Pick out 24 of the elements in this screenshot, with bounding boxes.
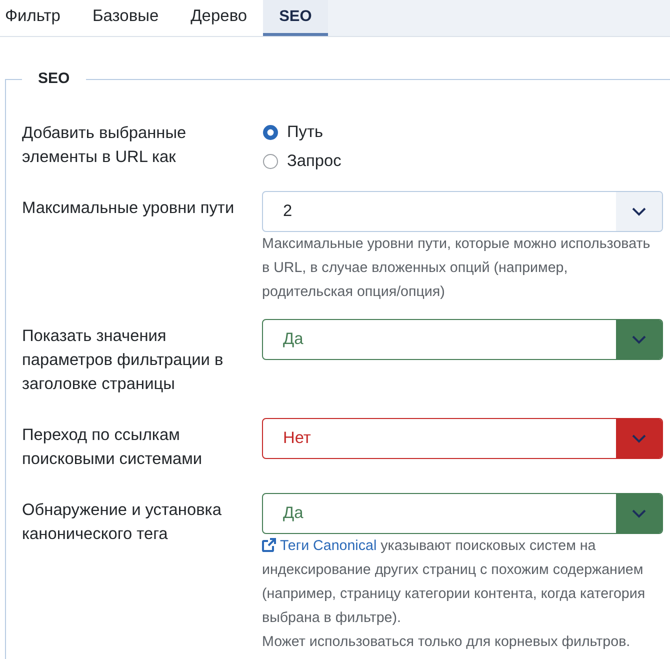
radio-option[interactable]: Путь bbox=[262, 118, 663, 147]
fieldset-legend: SEO bbox=[22, 70, 86, 88]
select-field[interactable]: 2 bbox=[262, 191, 663, 232]
field-label: Максимальные уровни пути bbox=[22, 198, 236, 219]
help-text: Теги Canonical указывают поисковых систем на индексирование других страниц с похожим содержанием (например, страницу категории контента, когда категория выбрана в фильтре). bbox=[262, 537, 646, 628]
radio-option[interactable]: Запрос bbox=[262, 147, 663, 176]
help-text: Может использоваться только для корневых фильтров. bbox=[262, 633, 632, 652]
tab[interactable]: Дерево bbox=[174, 0, 264, 36]
tab[interactable]: SEO bbox=[263, 0, 328, 36]
select-field[interactable]: Да bbox=[262, 319, 663, 360]
caret-icon bbox=[616, 192, 662, 231]
tab[interactable]: Базовые bbox=[76, 0, 175, 36]
field-label: Показать значения параметров фильтрации в заголовке страницы bbox=[22, 326, 224, 395]
help-text: Максимальные уровни пути, которые можно использовать в URL, в случае вложенных опций (например, родительская опция/опция) bbox=[262, 235, 652, 302]
select-field[interactable]: Нет bbox=[262, 418, 663, 459]
help-link[interactable]: Теги Canonical bbox=[262, 538, 377, 554]
radio-icon[interactable] bbox=[263, 125, 278, 140]
radio-icon[interactable] bbox=[263, 154, 278, 169]
field-label: Обнаружение и установка канонического тега bbox=[22, 500, 222, 545]
field-label: Переход по ссылкам поисковыми системами bbox=[22, 425, 204, 470]
tab[interactable]: Фильтр bbox=[0, 0, 76, 36]
select-field[interactable]: Да bbox=[262, 493, 663, 534]
external-link-icon bbox=[262, 538, 276, 552]
field-label: Добавить выбранные элементы в URL как bbox=[22, 123, 188, 168]
